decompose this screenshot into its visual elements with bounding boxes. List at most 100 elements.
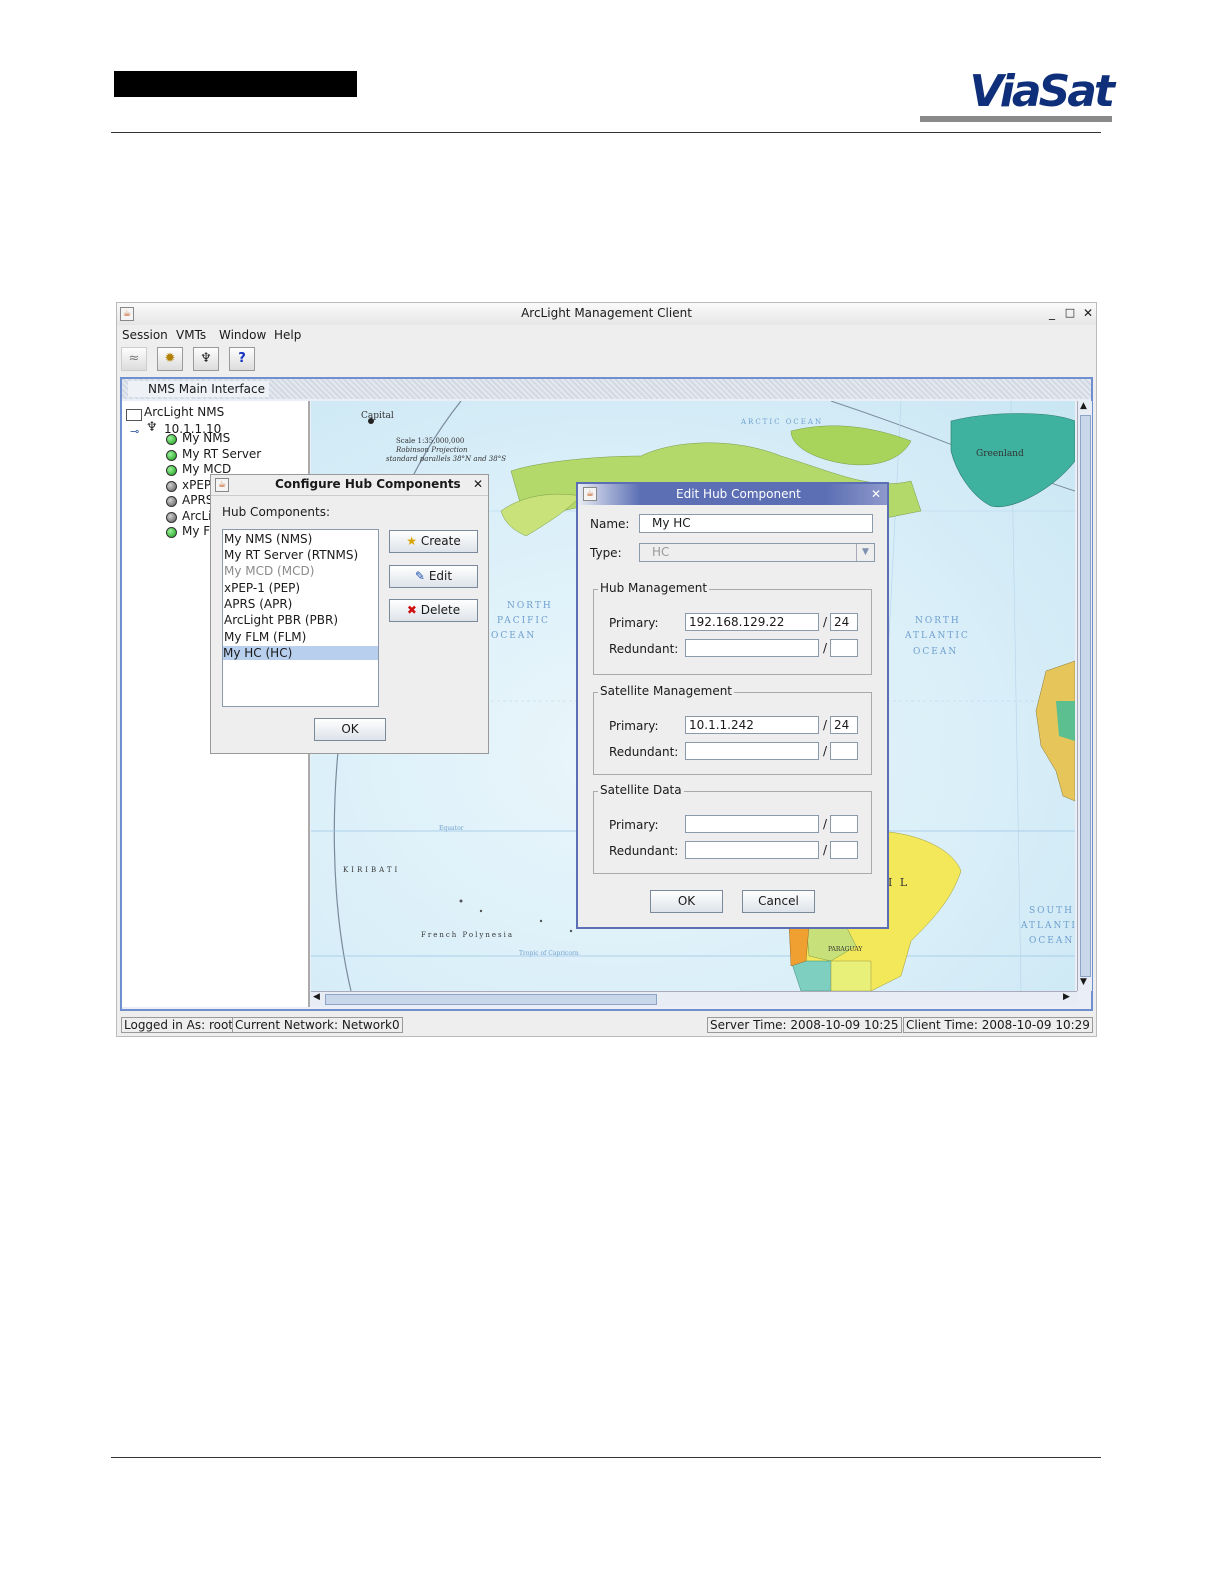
type-select[interactable]: HC ▼ bbox=[639, 543, 875, 562]
list-item[interactable]: APRS (APR) bbox=[224, 597, 377, 611]
status-dot-icon bbox=[166, 434, 177, 445]
scroll-left-icon[interactable]: ◀ bbox=[313, 992, 320, 1002]
map-tropic-label: Tropic of Capricorn bbox=[519, 950, 579, 957]
type-select-value: HC bbox=[652, 545, 670, 559]
name-field[interactable]: My HC bbox=[639, 514, 873, 533]
map-paraguay-label: PARAGUAY bbox=[828, 946, 863, 953]
menu-session[interactable]: Session bbox=[122, 328, 168, 342]
slash-separator: / bbox=[823, 744, 828, 758]
map-scale-label: Scale 1:35,000,000 bbox=[396, 437, 465, 445]
list-item[interactable]: My RT Server (RTNMS) bbox=[224, 548, 377, 562]
hub-redundant-mask-field[interactable] bbox=[830, 639, 858, 657]
map-vertical-scrollbar[interactable]: ▲ ▼ bbox=[1077, 401, 1092, 991]
edit-dialog-titlebar[interactable]: ☕ Edit Hub Component ✕ bbox=[578, 484, 887, 505]
logged-in-status: Logged in As: root bbox=[121, 1017, 236, 1033]
tree-item[interactable]: APRS bbox=[182, 493, 213, 507]
header-rule bbox=[111, 132, 1101, 133]
create-button-label: Create bbox=[420, 534, 461, 548]
sat-data-redundant-ip-field[interactable] bbox=[685, 841, 819, 859]
chevron-down-icon[interactable]: ▼ bbox=[856, 544, 874, 561]
java-cup-icon: ☕ bbox=[583, 487, 597, 501]
map-capital-label: Capital bbox=[361, 411, 394, 421]
internal-frame-title: NMS Main Interface bbox=[128, 381, 269, 397]
list-item[interactable]: xPEP-1 (PEP) bbox=[224, 581, 377, 595]
sat-mgmt-primary-ip-field[interactable]: 10.1.1.242 bbox=[685, 716, 819, 734]
window-titlebar[interactable]: ☕ ArcLight Management Client _ □ ✕ bbox=[117, 303, 1096, 325]
edit-ok-button[interactable]: OK bbox=[650, 890, 723, 913]
logo-text: ViaSat bbox=[969, 66, 1115, 117]
scroll-up-icon[interactable]: ▲ bbox=[1080, 401, 1087, 411]
sat-data-primary-ip-field[interactable] bbox=[685, 815, 819, 833]
gear-icon[interactable]: ✹ bbox=[157, 347, 183, 371]
sat-mgmt-primary-mask-field[interactable]: 24 bbox=[830, 716, 858, 734]
delete-button[interactable]: ✖ Delete bbox=[389, 599, 478, 622]
configure-dialog-close-button[interactable]: ✕ bbox=[473, 477, 483, 491]
vertical-scroll-thumb[interactable] bbox=[1080, 415, 1091, 977]
redundant-label: Redundant: bbox=[609, 745, 679, 759]
hub-management-group: Hub Management Primary: 192.168.129.22 /… bbox=[593, 581, 872, 675]
window-title: ArcLight Management Client bbox=[521, 306, 692, 320]
horizontal-scroll-thumb[interactable] bbox=[325, 994, 657, 1005]
hub-primary-mask-field[interactable]: 24 bbox=[830, 613, 858, 631]
tree-item[interactable]: My NMS bbox=[182, 431, 230, 445]
help-icon[interactable]: ? bbox=[229, 347, 255, 371]
hub-components-list[interactable]: My NMS (NMS) My RT Server (RTNMS) My MCD… bbox=[222, 529, 379, 707]
list-item[interactable]: ArcLight PBR (PBR) bbox=[224, 613, 377, 627]
menu-help[interactable]: Help bbox=[274, 328, 301, 342]
sat-data-redundant-mask-field[interactable] bbox=[830, 841, 858, 859]
edit-cancel-button[interactable]: Cancel bbox=[742, 890, 815, 913]
map-kiribati-label: KIRIBATI bbox=[343, 866, 401, 874]
tree-expand-handle[interactable]: ⊸ bbox=[130, 425, 139, 438]
status-dot-icon bbox=[166, 465, 177, 476]
menu-bar: Session VMTs Window Help bbox=[117, 325, 1096, 345]
hub-primary-ip-field[interactable]: 192.168.129.22 bbox=[685, 613, 819, 631]
configure-dialog-titlebar[interactable]: ☕ Configure Hub Components ✕ bbox=[211, 475, 488, 496]
primary-label: Primary: bbox=[609, 818, 659, 832]
create-button[interactable]: ★ Create bbox=[389, 530, 478, 553]
edit-dialog-title: Edit Hub Component bbox=[676, 487, 801, 501]
list-item-disabled[interactable]: My MCD (MCD) bbox=[224, 564, 377, 578]
configure-dialog-title: Configure Hub Components bbox=[275, 477, 461, 491]
satellite-management-group: Satellite Management Primary: 10.1.1.242… bbox=[593, 684, 872, 775]
network-disconnect-icon[interactable]: ≈ bbox=[121, 347, 147, 371]
close-button[interactable]: ✕ bbox=[1081, 306, 1095, 320]
tree-item[interactable]: xPEP bbox=[182, 478, 211, 492]
satellite-data-group: Satellite Data Primary: / Redundant: / bbox=[593, 783, 872, 874]
redundant-label: Redundant: bbox=[609, 844, 679, 858]
configure-ok-button[interactable]: OK bbox=[314, 718, 386, 741]
edit-dialog-close-button[interactable]: ✕ bbox=[871, 487, 881, 501]
list-item-selected[interactable]: My HC (HC) bbox=[223, 646, 378, 660]
status-bar: Logged in As: root Current Network: Netw… bbox=[117, 1014, 1096, 1036]
list-item[interactable]: My FLM (FLM) bbox=[224, 630, 377, 644]
scroll-down-icon[interactable]: ▼ bbox=[1080, 977, 1087, 987]
sat-data-primary-mask-field[interactable] bbox=[830, 815, 858, 833]
sat-mgmt-redundant-ip-field[interactable] bbox=[685, 742, 819, 760]
minimize-button[interactable]: _ bbox=[1045, 306, 1059, 320]
map-horizontal-scrollbar[interactable]: ◀ ▶ bbox=[311, 991, 1077, 1006]
maximize-button[interactable]: □ bbox=[1063, 306, 1077, 320]
map-greenland-label: Greenland bbox=[976, 449, 1024, 459]
map-polynesia-label: French Polynesia bbox=[421, 931, 514, 939]
tree-root[interactable]: ArcLight NMS bbox=[144, 405, 224, 419]
menu-vmts[interactable]: VMTs bbox=[176, 328, 206, 342]
logo-underline bbox=[920, 116, 1112, 122]
satellite-dish-icon[interactable]: ♆ bbox=[193, 347, 219, 371]
sat-mgmt-redundant-mask-field[interactable] bbox=[830, 742, 858, 760]
tree-item[interactable]: My RT Server bbox=[182, 447, 261, 461]
client-time-status: Client Time: 2008-10-09 10:29 bbox=[903, 1017, 1093, 1033]
slash-separator: / bbox=[823, 718, 828, 732]
edit-button[interactable]: ✎ Edit bbox=[389, 565, 478, 588]
map-natlantic-3: OCEAN bbox=[913, 647, 959, 657]
status-dot-icon bbox=[166, 527, 177, 538]
map-projection-label: Robinson Projection bbox=[396, 446, 468, 454]
edit-pencil-icon: ✎ bbox=[414, 569, 425, 583]
viasat-logo: ViaSat bbox=[920, 64, 1115, 124]
server-time-status: Server Time: 2008-10-09 10:25 bbox=[707, 1017, 902, 1033]
hub-redundant-ip-field[interactable] bbox=[685, 639, 819, 657]
edit-button-label: Edit bbox=[428, 569, 453, 583]
tree-item[interactable]: ArcLi bbox=[182, 509, 212, 523]
list-item[interactable]: My NMS (NMS) bbox=[224, 532, 377, 546]
internal-frame-titlebar[interactable]: NMS Main Interface bbox=[122, 379, 1091, 399]
scroll-right-icon[interactable]: ▶ bbox=[1063, 992, 1070, 1002]
menu-window[interactable]: Window bbox=[219, 328, 266, 342]
